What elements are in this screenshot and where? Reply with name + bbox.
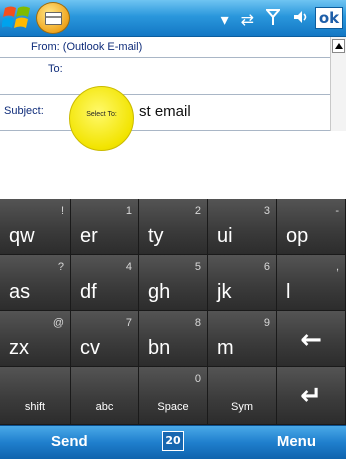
key-label: jk (217, 281, 232, 303)
key-gh[interactable]: 5 gh (139, 255, 208, 311)
key-label: ui (217, 225, 233, 247)
vertical-scrollbar[interactable] (330, 37, 346, 131)
key-sub-label: 3 (263, 205, 270, 217)
key-label: shift (24, 401, 46, 413)
key-label: gh (148, 281, 171, 303)
key-label: Space (157, 401, 189, 413)
menu-softkey[interactable]: Menu (277, 433, 316, 450)
key-df[interactable]: 4 df (71, 255, 139, 311)
key-sub-label: , (335, 261, 339, 273)
key-label: l (286, 281, 291, 303)
key-label: df (80, 281, 97, 303)
enter-key[interactable]: ↵ (277, 367, 346, 425)
dropdown-arrow-icon[interactable]: ▾ (221, 10, 229, 29)
subject-label: Subject: (4, 105, 44, 117)
key-op[interactable]: - op (277, 199, 346, 255)
key-label: m (217, 337, 234, 359)
enter-arrow-icon: ↵ (300, 381, 322, 411)
key-label: op (286, 225, 309, 247)
input-panel-icon[interactable]: 20 (162, 431, 184, 451)
key-label: ty (148, 225, 164, 247)
key-bn[interactable]: 8 bn (139, 311, 208, 367)
key-qw[interactable]: ! qw (0, 199, 71, 255)
shift-key[interactable]: shift (0, 367, 71, 425)
key-label: abc (95, 401, 114, 413)
key-sub-label: 2 (194, 205, 201, 217)
backspace-arrow-icon: ← (300, 325, 322, 355)
ok-button[interactable]: ok (315, 7, 343, 29)
from-label: From: (Outlook E-mail) (31, 41, 143, 53)
backspace-key[interactable]: ← (277, 311, 346, 367)
tooltip-text: Select To: (86, 111, 117, 118)
key-sub-label: 1 (125, 205, 132, 217)
key-cv[interactable]: 7 cv (71, 311, 139, 367)
key-sub-label: 0 (194, 373, 201, 385)
key-sub-label: 4 (125, 261, 132, 273)
key-sub-label: - (335, 205, 339, 217)
key-sub-label: 9 (263, 317, 270, 329)
to-label: To: (48, 63, 63, 75)
space-key[interactable]: 0 Space (139, 367, 208, 425)
key-as[interactable]: ? as (0, 255, 71, 311)
sym-key[interactable]: Sym (208, 367, 277, 425)
key-sub-label: 6 (263, 261, 270, 273)
key-label: zx (9, 337, 29, 359)
key-label: er (80, 225, 98, 247)
key-sub-label: ! (60, 205, 64, 217)
from-field[interactable]: From: (Outlook E-mail) (0, 37, 330, 58)
key-jk[interactable]: 6 jk (208, 255, 277, 311)
messaging-icon (36, 2, 70, 34)
on-screen-keyboard: ! qw 1 er 2 ty 3 ui - op ? as 4 df 5 gh … (0, 199, 346, 425)
subject-value[interactable]: st email (139, 103, 191, 120)
signal-icon[interactable] (264, 8, 282, 30)
message-form: From: (Outlook E-mail) To: Subject: st e… (0, 37, 346, 199)
key-label: Sym (231, 401, 253, 413)
key-label: cv (80, 337, 100, 359)
key-sub-label: 8 (194, 317, 201, 329)
to-field[interactable]: To: (0, 58, 330, 95)
start-menu-icon[interactable] (2, 3, 34, 33)
softkey-bar: Send 20 Menu (0, 425, 346, 459)
key-sub-label: @ (52, 317, 64, 329)
key-zx[interactable]: @ zx (0, 311, 71, 367)
key-ty[interactable]: 2 ty (139, 199, 208, 255)
abc-key[interactable]: abc (71, 367, 139, 425)
sync-arrows-icon[interactable]: ⇄ (241, 10, 254, 29)
select-to-tooltip[interactable]: Select To: (69, 86, 134, 151)
key-sub-label: ? (57, 261, 64, 273)
key-m[interactable]: 9 m (208, 311, 277, 367)
key-label: bn (148, 337, 171, 359)
key-label: as (9, 281, 31, 303)
title-bar: ▾ ⇄ ok (0, 0, 346, 37)
key-er[interactable]: 1 er (71, 199, 139, 255)
key-label: qw (9, 225, 35, 247)
key-sub-label: 5 (194, 261, 201, 273)
scroll-up-icon[interactable] (332, 39, 345, 53)
key-l[interactable]: , l (277, 255, 346, 311)
speaker-icon[interactable] (292, 8, 310, 30)
key-sub-label: 7 (125, 317, 132, 329)
send-softkey[interactable]: Send (51, 433, 88, 450)
key-ui[interactable]: 3 ui (208, 199, 277, 255)
subject-field[interactable]: Subject: st email (0, 95, 330, 131)
